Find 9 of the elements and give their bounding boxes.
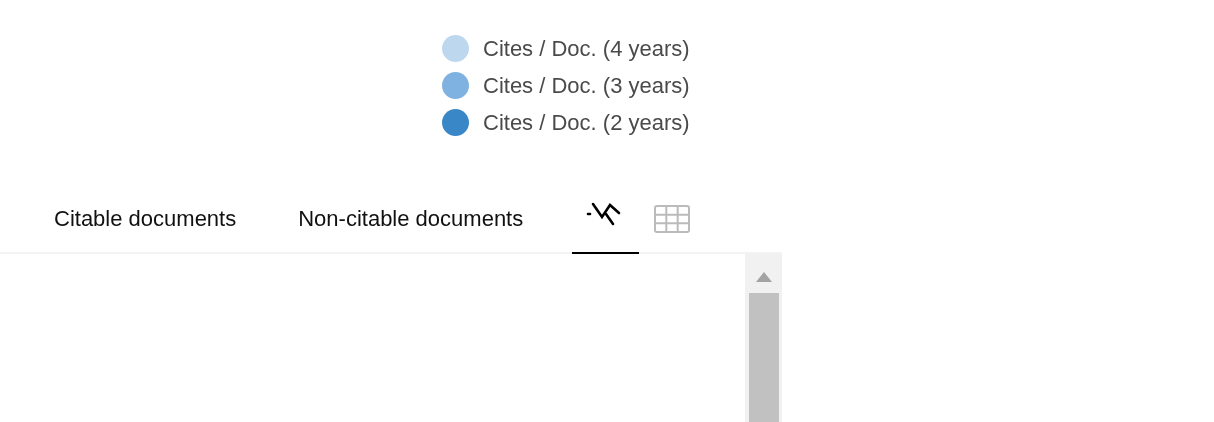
- scrollbar[interactable]: [745, 254, 782, 422]
- legend-label: Cites / Doc. (4 years): [483, 35, 690, 62]
- tab[interactable]: Non-citable documents: [277, 186, 545, 254]
- scrollbar-thumb[interactable]: [748, 293, 779, 422]
- legend-label: Cites / Doc. (2 years): [483, 109, 690, 136]
- tab[interactable]: Citable documents: [33, 186, 258, 254]
- scroll-up-arrow-icon[interactable]: [755, 272, 772, 282]
- table-grid-icon: [654, 205, 691, 233]
- legend-label: Cites / Doc. (3 years): [483, 72, 690, 99]
